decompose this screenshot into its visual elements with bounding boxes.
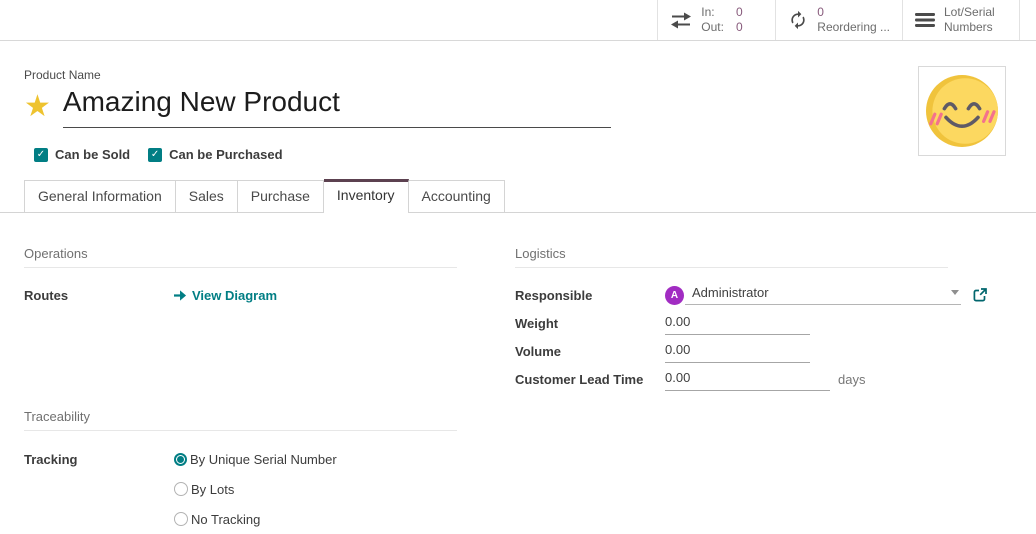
- form-header: Product Name ★ ✓ Can be Sold ✓ Can be Pu…: [0, 41, 1036, 162]
- customer-lead-time-label: Customer Lead Time: [515, 372, 665, 387]
- radio-label: By Lots: [191, 482, 234, 497]
- tab-purchase[interactable]: Purchase: [238, 180, 324, 212]
- out-value: 0: [736, 20, 743, 35]
- lot-serial-text: Lot/Serial Numbers: [944, 5, 995, 35]
- volume-label: Volume: [515, 344, 665, 359]
- in-out-values: In: 0 Out: 0: [701, 5, 742, 35]
- responsible-row: Responsible A Administrator: [515, 281, 987, 309]
- customer-lead-time-row: Customer Lead Time days: [515, 365, 948, 393]
- responsible-label: Responsible: [515, 288, 665, 303]
- tracking-row: Tracking By Unique Serial Number By Lots: [24, 444, 457, 534]
- routes-label: Routes: [24, 288, 174, 303]
- radio-no-tracking[interactable]: No Tracking: [174, 504, 337, 534]
- view-diagram-link[interactable]: View Diagram: [174, 288, 277, 303]
- out-label: Out:: [701, 20, 724, 35]
- tracking-radio-group: By Unique Serial Number By Lots No Track…: [174, 444, 337, 534]
- operations-group: Operations Routes View Diagram: [24, 246, 457, 309]
- open-record-external-link-icon[interactable]: [973, 288, 987, 302]
- reordering-text: 0 Reordering ...: [817, 5, 890, 35]
- in-label: In:: [701, 5, 724, 20]
- lot-serial-line1: Lot/Serial: [944, 5, 995, 19]
- reordering-label: Reordering ...: [817, 20, 890, 34]
- radio-by-lots[interactable]: By Lots: [174, 474, 337, 504]
- routes-row: Routes View Diagram: [24, 281, 457, 309]
- weight-label: Weight: [515, 316, 665, 331]
- lot-serial-line2: Numbers: [944, 20, 993, 34]
- logistics-heading: Logistics: [515, 246, 948, 268]
- favorite-star-icon[interactable]: ★: [24, 92, 51, 122]
- product-form-page: In: 0 Out: 0 0 Reordering ...: [0, 0, 1036, 524]
- traceability-group: Traceability Tracking By Unique Serial N…: [24, 409, 457, 534]
- responsible-value: Administrator: [692, 285, 769, 300]
- view-diagram-label: View Diagram: [192, 288, 277, 303]
- logistics-group: Logistics Responsible A Administrator: [515, 246, 948, 393]
- can-be-purchased-label: Can be Purchased: [169, 147, 282, 162]
- radio-label: By Unique Serial Number: [190, 452, 337, 467]
- inventory-tab-content: Operations Routes View Diagram Traceabil…: [0, 246, 1036, 534]
- weight-row: Weight: [515, 309, 948, 337]
- reordering-rules-stat-button[interactable]: 0 Reordering ...: [775, 0, 902, 40]
- operations-heading: Operations: [24, 246, 457, 268]
- left-column: Operations Routes View Diagram Traceabil…: [24, 246, 457, 534]
- tab-inventory[interactable]: Inventory: [324, 179, 409, 213]
- title-row: ★: [24, 86, 1012, 128]
- tab-general-information[interactable]: General Information: [24, 180, 176, 212]
- radio-selected-icon: [174, 453, 187, 466]
- can-be-sold-checkbox[interactable]: ✓ Can be Sold: [34, 147, 130, 162]
- customer-lead-time-input[interactable]: [665, 368, 830, 391]
- stat-buttons: In: 0 Out: 0 0 Reordering ...: [657, 0, 1020, 40]
- checkbox-checked-icon: ✓: [34, 148, 48, 162]
- user-avatar: A: [665, 286, 684, 305]
- right-column: Logistics Responsible A Administrator: [515, 246, 948, 534]
- reordering-count: 0: [817, 5, 824, 19]
- right-arrow-icon: [174, 289, 187, 302]
- lot-serial-numbers-stat-button[interactable]: Lot/Serial Numbers: [902, 0, 1020, 40]
- stat-button-bar: In: 0 Out: 0 0 Reordering ...: [0, 0, 1036, 41]
- radio-label: No Tracking: [191, 512, 260, 527]
- in-value: 0: [736, 5, 743, 20]
- notebook-tabs: General Information Sales Purchase Inven…: [0, 179, 1036, 213]
- sale-purchase-options: ✓ Can be Sold ✓ Can be Purchased: [34, 147, 1012, 162]
- days-unit-label: days: [838, 372, 865, 387]
- traceability-heading: Traceability: [24, 409, 457, 431]
- volume-input[interactable]: [665, 340, 810, 363]
- transfer-arrows-icon: [670, 12, 692, 29]
- can-be-purchased-checkbox[interactable]: ✓ Can be Purchased: [148, 147, 282, 162]
- radio-by-unique-serial-number[interactable]: By Unique Serial Number: [174, 444, 337, 474]
- weight-input[interactable]: [665, 312, 810, 335]
- list-icon: [915, 12, 935, 28]
- tracking-label: Tracking: [24, 444, 174, 467]
- volume-row: Volume: [515, 337, 948, 365]
- product-name-input[interactable]: [63, 86, 611, 128]
- chevron-down-icon[interactable]: [951, 290, 959, 295]
- radio-unselected-icon: [174, 482, 188, 496]
- tab-sales[interactable]: Sales: [176, 180, 238, 212]
- tab-accounting[interactable]: Accounting: [409, 180, 505, 212]
- product-name-label: Product Name: [24, 68, 1012, 82]
- checkbox-checked-icon: ✓: [148, 148, 162, 162]
- refresh-icon: [788, 10, 808, 30]
- can-be-sold-label: Can be Sold: [55, 147, 130, 162]
- responsible-many2one-field[interactable]: Administrator: [685, 285, 961, 305]
- in-out-stat-button[interactable]: In: 0 Out: 0: [657, 0, 775, 40]
